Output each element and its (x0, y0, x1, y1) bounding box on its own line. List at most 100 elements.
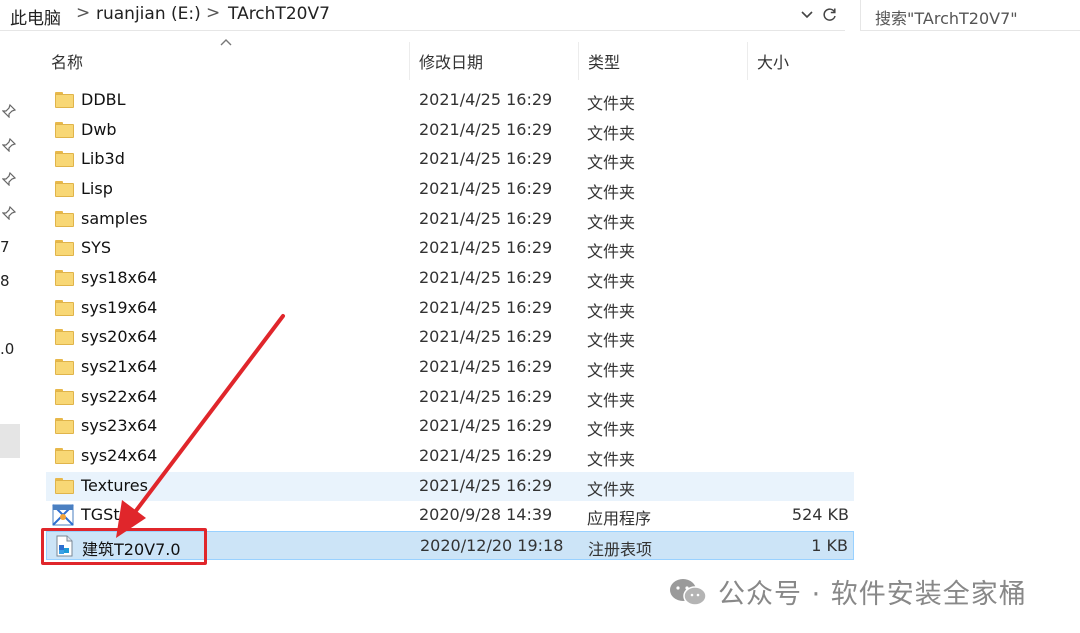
file-date: 2021/4/25 16:29 (419, 387, 553, 406)
file-row[interactable]: sys18x64 2021/4/25 16:29 文件夹 (46, 264, 854, 293)
folder-icon (55, 300, 74, 316)
column-header-date[interactable]: 修改日期 (419, 49, 483, 73)
file-type: 应用程序 (587, 509, 652, 528)
column-header-name[interactable]: 名称 (51, 49, 83, 73)
file-type: 文件夹 (587, 331, 636, 350)
file-name: DDBL (81, 90, 126, 109)
wechat-logo-icon (670, 578, 707, 606)
folder-icon (55, 151, 74, 167)
column-divider[interactable] (578, 42, 579, 80)
file-type: 文件夹 (587, 302, 636, 321)
breadcrumb-separator[interactable]: > (76, 3, 90, 23)
chevron-down-icon[interactable] (797, 3, 817, 27)
file-date: 2021/4/25 16:29 (419, 446, 553, 465)
pin-icon[interactable] (1, 205, 17, 224)
breadcrumb-separator[interactable]: > (206, 3, 220, 23)
file-date: 2021/4/25 16:29 (419, 476, 553, 495)
file-type: 文件夹 (587, 153, 636, 172)
file-name: SYS (81, 238, 112, 257)
file-type: 文件夹 (587, 391, 636, 410)
file-name: TGSt (81, 505, 120, 524)
watermark-text: 公众号 · 软件安装全家桶 (718, 579, 1027, 610)
breadcrumb-drive[interactable]: ruanjian (E:) (96, 4, 201, 24)
folder-icon (55, 211, 74, 227)
folder-icon (55, 329, 74, 345)
file-row[interactable]: SYS 2021/4/25 16:29 文件夹 (46, 234, 854, 263)
file-type: 文件夹 (587, 94, 636, 113)
folder-icon (55, 448, 74, 464)
app-icon (52, 504, 74, 526)
folder-icon (55, 240, 74, 256)
pin-icon[interactable] (1, 103, 17, 122)
file-date: 2021/4/25 16:29 (419, 268, 553, 287)
file-type: 文件夹 (587, 272, 636, 291)
file-type: 文件夹 (587, 420, 636, 439)
folder-icon (55, 92, 74, 108)
file-type: 文件夹 (587, 242, 636, 261)
file-date: 2021/4/25 16:29 (419, 416, 553, 435)
file-row[interactable]: Textures 2021/4/25 16:29 文件夹 (46, 472, 854, 501)
folder-icon (55, 418, 74, 434)
search-input[interactable]: 搜索"TArchT20V7" (875, 5, 1018, 29)
pin-icon[interactable] (1, 171, 17, 190)
file-size: 524 KB (791, 505, 849, 524)
folder-icon (55, 359, 74, 375)
file-name: sys21x64 (81, 357, 158, 376)
file-row[interactable]: sys19x64 2021/4/25 16:29 文件夹 (46, 294, 854, 323)
file-date: 2021/4/25 16:29 (419, 149, 553, 168)
file-date: 2020/9/28 14:39 (419, 505, 553, 524)
nav-item-label[interactable]: 8 (0, 272, 10, 290)
file-row[interactable]: sys20x64 2021/4/25 16:29 文件夹 (46, 323, 854, 352)
file-row[interactable]: Lisp 2021/4/25 16:29 文件夹 (46, 175, 854, 204)
file-name: Lisp (81, 179, 113, 198)
file-type: 文件夹 (587, 183, 636, 202)
file-row[interactable]: sys22x64 2021/4/25 16:29 文件夹 (46, 383, 854, 412)
file-type: 文件夹 (587, 213, 636, 232)
file-row[interactable]: sys23x64 2021/4/25 16:29 文件夹 (46, 412, 854, 441)
file-type: 文件夹 (587, 124, 636, 143)
file-type: 注册表项 (588, 540, 653, 559)
column-divider[interactable] (409, 42, 410, 80)
file-name: sys24x64 (81, 446, 158, 465)
column-divider[interactable] (747, 42, 748, 80)
nav-item-label[interactable]: 7 (0, 238, 10, 256)
file-row[interactable]: Lib3d 2021/4/25 16:29 文件夹 (46, 145, 854, 174)
file-date: 2021/4/25 16:29 (419, 90, 553, 109)
file-name: sys22x64 (81, 387, 158, 406)
refresh-icon[interactable] (820, 3, 840, 27)
file-name: Dwb (81, 120, 117, 139)
file-row[interactable]: sys21x64 2021/4/25 16:29 文件夹 (46, 353, 854, 382)
nav-scroll-thumb[interactable] (0, 424, 20, 458)
file-row[interactable]: TGSt 2020/9/28 14:39 应用程序 524 KB (46, 501, 854, 530)
folder-icon (55, 389, 74, 405)
file-row[interactable]: samples 2021/4/25 16:29 文件夹 (46, 205, 854, 234)
folder-icon (55, 181, 74, 197)
file-name: sys18x64 (81, 268, 158, 287)
file-date: 2021/4/25 16:29 (419, 357, 553, 376)
column-header-type[interactable]: 类型 (588, 49, 620, 73)
file-name: samples (81, 209, 148, 228)
file-type: 文件夹 (587, 361, 636, 380)
nav-item-label[interactable]: .0 (0, 340, 14, 358)
search-box[interactable]: 搜索"TArchT20V7" (860, 0, 1080, 31)
breadcrumb-folder[interactable]: TArchT20V7 (228, 4, 330, 24)
file-type: 文件夹 (587, 450, 636, 469)
watermark: 公众号 · 软件安装全家桶 (668, 572, 1027, 611)
sort-ascending-icon (220, 35, 232, 49)
folder-icon (55, 270, 74, 286)
column-header-size[interactable]: 大小 (757, 49, 789, 73)
breadcrumb-this-pc[interactable]: 此电脑 (10, 4, 61, 29)
address-bar[interactable]: 此电脑 > ruanjian (E:) > TArchT20V7 (0, 0, 845, 31)
file-row[interactable]: DDBL 2021/4/25 16:29 文件夹 (46, 86, 854, 115)
file-date: 2021/4/25 16:29 (419, 327, 553, 346)
file-name: Lib3d (81, 149, 125, 168)
file-date: 2021/4/25 16:29 (419, 209, 553, 228)
file-type: 文件夹 (587, 480, 636, 499)
file-row[interactable]: sys24x64 2021/4/25 16:29 文件夹 (46, 442, 854, 471)
file-size: 1 KB (811, 536, 848, 555)
folder-icon (55, 478, 74, 494)
file-row[interactable]: Dwb 2021/4/25 16:29 文件夹 (46, 116, 854, 145)
file-date: 2020/12/20 19:18 (420, 536, 564, 555)
pin-icon[interactable] (1, 137, 17, 156)
file-name: sys20x64 (81, 327, 158, 346)
